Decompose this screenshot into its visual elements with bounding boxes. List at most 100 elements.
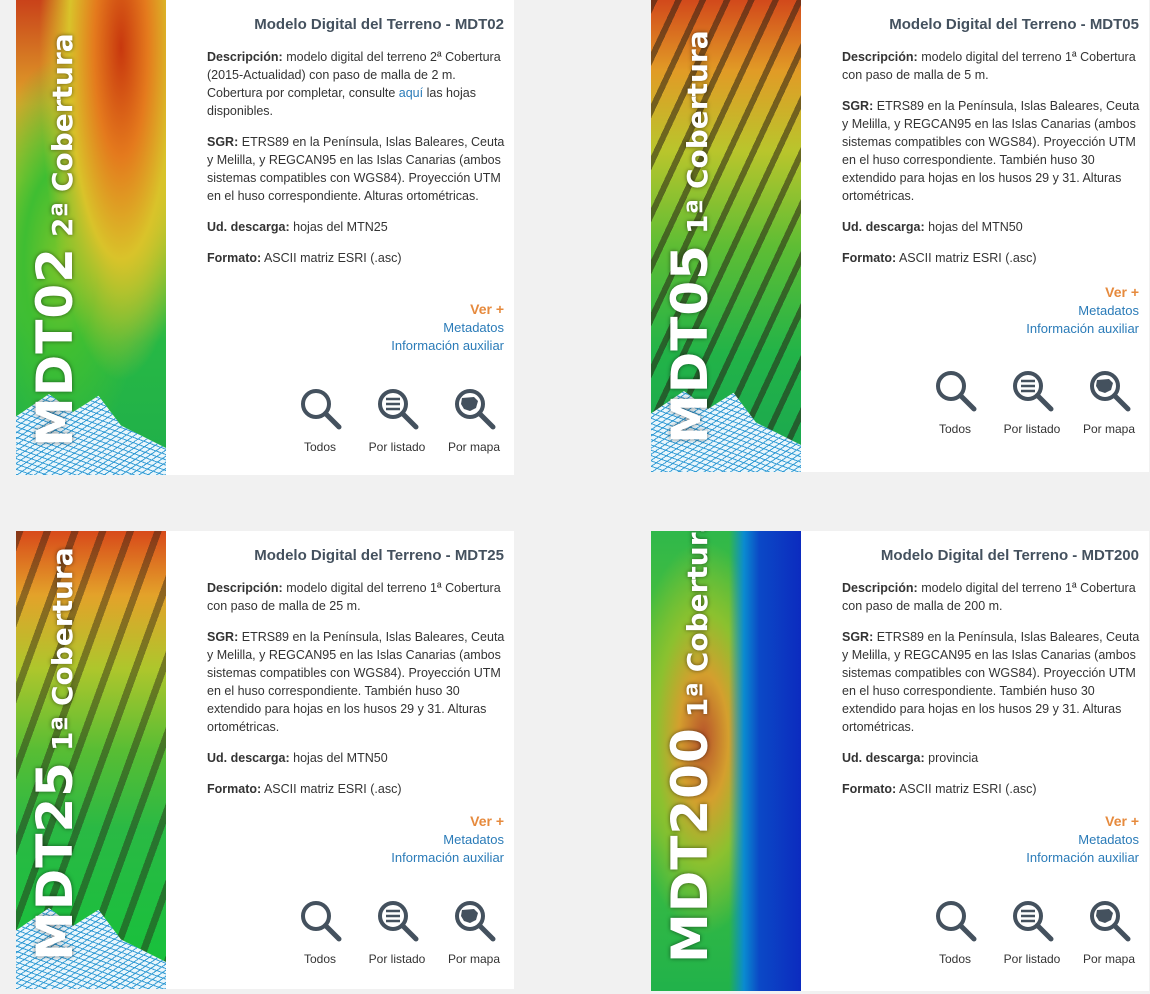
por-mapa-label: Por mapa <box>1082 422 1136 436</box>
por-listado-button[interactable]: Por listado <box>994 368 1070 438</box>
download-unit: Ud. descarga: hojas del MTN50 <box>842 218 1146 236</box>
thumbnail-title: MDT02 2ª Cobertura <box>26 33 84 447</box>
download-unit: Ud. descarga: hojas del MTN25 <box>207 218 511 236</box>
por-listado-label: Por listado <box>368 952 426 966</box>
info-auxiliar-link[interactable]: Información auxiliar <box>1026 850 1139 865</box>
sgr: SGR: ETRS89 en la Península, Islas Balea… <box>207 628 511 736</box>
search-icon <box>936 371 977 412</box>
product-card-mdt200: MDT200 1ª Cobertura Modelo Digital del Te… <box>651 531 1149 991</box>
product-title: Modelo Digital del Terreno - MDT05 <box>889 16 1139 33</box>
metadatos-link[interactable]: Metadatos <box>1078 303 1139 318</box>
ver-mas-link[interactable]: Ver + <box>1105 813 1139 829</box>
ver-mas-link[interactable]: Ver + <box>1105 284 1139 300</box>
info-auxiliar-link[interactable]: Información auxiliar <box>391 850 504 865</box>
product-body: Descripción: modelo digital del terreno … <box>207 48 511 280</box>
por-listado-button[interactable]: Por listado <box>359 898 435 968</box>
download-unit-label: Ud. descarga: <box>842 220 925 234</box>
search-map-icon <box>1090 901 1131 942</box>
product-body: Descripción: modelo digital del terreno … <box>207 579 511 811</box>
sgr-text: ETRS89 en la Península, Islas Baleares, … <box>207 630 505 734</box>
search-list-icon <box>378 389 419 430</box>
por-mapa-label: Por mapa <box>447 952 501 966</box>
thumbnail-code: MDT02 <box>26 247 84 447</box>
search-map-icon <box>455 901 496 942</box>
por-listado-label: Por listado <box>1003 952 1061 966</box>
thumbnail-coverage: 1ª Cobertura <box>46 547 79 752</box>
ver-mas-link[interactable]: Ver + <box>470 813 504 829</box>
download-unit-text: hojas del MTN50 <box>928 220 1023 234</box>
todos-label: Todos <box>303 952 337 966</box>
product-title: Modelo Digital del Terreno - MDT02 <box>254 16 504 33</box>
todos-button[interactable]: Todos <box>917 898 993 968</box>
download-unit-text: hojas del MTN50 <box>293 751 388 765</box>
search-list-icon <box>1013 371 1054 412</box>
format: Formato: ASCII matriz ESRI (.asc) <box>842 780 1146 798</box>
sgr: SGR: ETRS89 en la Península, Islas Balea… <box>842 628 1146 736</box>
download-unit-label: Ud. descarga: <box>842 751 925 765</box>
description: Descripción: modelo digital del terreno … <box>842 48 1146 84</box>
todos-button[interactable]: Todos <box>282 898 358 968</box>
download-actions: Todos Por listado Por mapa <box>917 368 1147 438</box>
format-text: ASCII matriz ESRI (.asc) <box>898 782 1037 796</box>
sgr-label: SGR: <box>842 99 874 113</box>
info-panel: Modelo Digital del Terreno - MDT25 Descr… <box>166 531 514 989</box>
todos-button[interactable]: Todos <box>917 368 993 438</box>
product-body: Descripción: modelo digital del terreno … <box>842 579 1146 811</box>
terrain-thumbnail: MDT200 1ª Cobertura <box>651 531 801 991</box>
todos-button[interactable]: Todos <box>282 386 358 456</box>
product-card-mdt25: MDT25 1ª Cobertura Modelo Digital del Ter… <box>16 531 514 989</box>
metadatos-link[interactable]: Metadatos <box>443 320 504 335</box>
format-text: ASCII matriz ESRI (.asc) <box>898 251 1037 265</box>
por-listado-label: Por listado <box>368 440 426 454</box>
por-mapa-label: Por mapa <box>1082 952 1136 966</box>
description-label: Descripción: <box>842 581 918 595</box>
product-title: Modelo Digital del Terreno - MDT200 <box>880 547 1139 564</box>
ver-mas-link[interactable]: Ver + <box>470 301 504 317</box>
product-title: Modelo Digital del Terreno - MDT25 <box>254 547 504 564</box>
download-unit: Ud. descarga: hojas del MTN50 <box>207 749 511 767</box>
por-mapa-button[interactable]: Por mapa <box>436 898 512 968</box>
search-icon <box>936 901 977 942</box>
metadatos-link[interactable]: Metadatos <box>1078 832 1139 847</box>
format-label: Formato: <box>207 782 262 796</box>
por-mapa-button[interactable]: Por mapa <box>1071 368 1147 438</box>
todos-label: Todos <box>303 440 337 454</box>
metadatos-link[interactable]: Metadatos <box>443 832 504 847</box>
thumbnail-title: MDT200 1ª Cobertura <box>661 531 719 963</box>
search-map-icon <box>1090 371 1131 412</box>
sgr: SGR: ETRS89 en la Península, Islas Balea… <box>207 133 511 205</box>
thumbnail-coverage: 1ª Cobertura <box>681 30 714 235</box>
terrain-thumbnail: MDT25 1ª Cobertura <box>16 531 166 989</box>
download-unit: Ud. descarga: provincia <box>842 749 1146 767</box>
thumbnail-code: MDT200 <box>661 727 719 963</box>
format-label: Formato: <box>207 251 262 265</box>
info-panel: Modelo Digital del Terreno - MDT200 Desc… <box>801 531 1149 991</box>
download-unit-label: Ud. descarga: <box>207 220 290 234</box>
description: Descripción: modelo digital del terreno … <box>207 48 511 120</box>
description: Descripción: modelo digital del terreno … <box>842 579 1146 615</box>
thumbnail-title: MDT05 1ª Cobertura <box>661 30 719 444</box>
por-listado-button[interactable]: Por listado <box>359 386 435 456</box>
description-label: Descripción: <box>207 581 283 595</box>
format: Formato: ASCII matriz ESRI (.asc) <box>207 780 511 798</box>
search-icon <box>301 389 342 430</box>
por-mapa-label: Por mapa <box>447 440 501 454</box>
links: Ver + Metadatos Información auxiliar <box>391 300 504 355</box>
por-mapa-button[interactable]: Por mapa <box>436 386 512 456</box>
info-auxiliar-link[interactable]: Información auxiliar <box>1026 321 1139 336</box>
por-mapa-button[interactable]: Por mapa <box>1071 898 1147 968</box>
description-label: Descripción: <box>842 50 918 64</box>
sgr-text: ETRS89 en la Península, Islas Baleares, … <box>842 630 1140 734</box>
format: Formato: ASCII matriz ESRI (.asc) <box>842 249 1146 267</box>
todos-label: Todos <box>938 952 972 966</box>
here-link[interactable]: aquí <box>399 86 423 100</box>
search-map-icon <box>455 389 496 430</box>
download-actions: Todos Por listado Por mapa <box>282 386 512 456</box>
links: Ver + Metadatos Información auxiliar <box>391 812 504 867</box>
format-text: ASCII matriz ESRI (.asc) <box>263 251 402 265</box>
sgr-text: ETRS89 en la Península, Islas Baleares, … <box>207 135 505 203</box>
por-listado-label: Por listado <box>1003 422 1061 436</box>
todos-label: Todos <box>938 422 972 436</box>
por-listado-button[interactable]: Por listado <box>994 898 1070 968</box>
info-auxiliar-link[interactable]: Información auxiliar <box>391 338 504 353</box>
